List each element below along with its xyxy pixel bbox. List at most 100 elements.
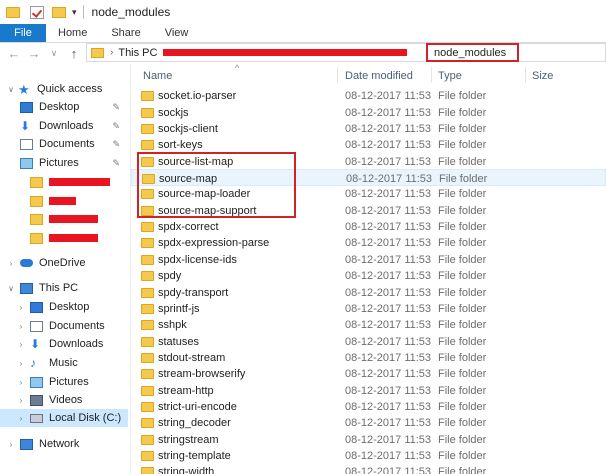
list-item[interactable]: sort-keys 08-12-2017 11:53 File folder	[131, 136, 606, 153]
tab-file[interactable]: File	[0, 24, 46, 42]
list-item[interactable]: source-map-support 08-12-2017 11:53 File f…	[131, 202, 606, 219]
file-date: 08-12-2017 11:53	[345, 188, 432, 200]
nav-network[interactable]: › Network	[0, 435, 128, 453]
column-date-modified[interactable]: Date modified	[345, 70, 413, 82]
nav-label: This PC	[39, 282, 79, 294]
column-name[interactable]: Name	[143, 70, 172, 82]
list-item[interactable]: stream-browserify 08-12-2017 11:53 File fo…	[131, 365, 606, 382]
chevron-down-icon[interactable]: ▾	[72, 7, 77, 18]
column-divider[interactable]	[431, 67, 432, 83]
folder-icon	[141, 418, 154, 428]
breadcrumb-separator-icon[interactable]: ›	[110, 47, 113, 58]
list-item[interactable]: sprintf-js 08-12-2017 11:53 File folder	[131, 300, 606, 317]
back-arrow-icon[interactable]: ←	[4, 46, 24, 61]
list-item[interactable]: source-list-map 08-12-2017 11:53 File fold…	[131, 153, 606, 170]
nav-quick-access[interactable]: ∨ ★ Quick access	[0, 80, 128, 98]
list-item[interactable]: stringstream 08-12-2017 11:53 File folder	[131, 431, 606, 448]
nav-downloads[interactable]: ⬇ Downloads ✎	[0, 117, 128, 135]
list-item[interactable]: spdx-correct 08-12-2017 11:53 File folder	[131, 218, 606, 235]
pin-icon[interactable]: ✎	[112, 102, 120, 113]
new-folder-icon[interactable]	[52, 6, 66, 18]
list-item[interactable]: spdx-expression-parse 08-12-2017 11:53 Fil…	[131, 234, 606, 251]
nav-redacted-folder-3[interactable]	[0, 210, 128, 228]
list-item[interactable]: socket.io-parser 08-12-2017 11:53 File fol…	[131, 87, 606, 104]
list-item[interactable]: stdout-stream 08-12-2017 11:53 File folder	[131, 349, 606, 366]
nav-documents[interactable]: Documents ✎	[0, 135, 128, 153]
redacted-path	[163, 49, 408, 56]
chevron-right-icon[interactable]: ›	[6, 440, 16, 449]
chevron-right-icon[interactable]: ›	[16, 359, 26, 368]
list-item[interactable]: source-map-loader 08-12-2017 11:53 File fo…	[131, 185, 606, 202]
list-item[interactable]: string_decoder 08-12-2017 11:53 File folde…	[131, 414, 606, 431]
tab-share[interactable]: Share	[99, 24, 152, 42]
chevron-right-icon[interactable]: ›	[16, 414, 26, 423]
chevron-right-icon[interactable]: ›	[16, 396, 26, 405]
nav-pc-pictures[interactable]: › Pictures	[0, 373, 128, 391]
nav-pictures[interactable]: Pictures ✎	[0, 154, 128, 172]
nav-redacted-folder-1[interactable]	[0, 173, 128, 191]
folder-icon	[141, 124, 154, 134]
column-size[interactable]: Size	[532, 70, 553, 82]
list-item[interactable]: stream-http 08-12-2017 11:53 File folder	[131, 382, 606, 399]
file-type: File folder	[438, 434, 487, 446]
column-type[interactable]: Type	[438, 70, 462, 82]
up-arrow-icon[interactable]: ↑	[64, 46, 84, 61]
tab-view[interactable]: View	[153, 24, 201, 42]
chevron-right-icon[interactable]: ›	[6, 259, 16, 268]
list-item[interactable]: statuses 08-12-2017 11:53 File folder	[131, 333, 606, 350]
chevron-down-icon[interactable]: ∨	[6, 85, 16, 94]
file-date: 08-12-2017 11:53	[345, 205, 432, 217]
file-type: File folder	[438, 123, 487, 135]
navigation-pane: ∨ ★ Quick access Desktop ✎ ⬇ Downloads ✎…	[0, 64, 131, 474]
chevron-down-icon[interactable]: ∨	[6, 284, 16, 293]
chevron-right-icon[interactable]: ›	[16, 322, 26, 331]
pin-icon[interactable]: ✎	[112, 158, 120, 169]
list-item[interactable]: string-template 08-12-2017 11:53 File fold…	[131, 447, 606, 464]
column-divider[interactable]	[337, 67, 338, 83]
properties-check-icon[interactable]	[30, 5, 44, 19]
nav-onedrive[interactable]: › OneDrive	[0, 254, 128, 272]
file-date: 08-12-2017 11:53	[345, 270, 432, 282]
list-item[interactable]: strict-uri-encode 08-12-2017 11:53 File fo…	[131, 398, 606, 415]
list-item[interactable]: sockjs 08-12-2017 11:53 File folder	[131, 104, 606, 121]
nav-redacted-folder-2[interactable]	[0, 192, 128, 210]
file-type: File folder	[438, 368, 487, 380]
chevron-right-icon[interactable]: ›	[16, 303, 26, 312]
list-item[interactable]: sockjs-client 08-12-2017 11:53 File folder	[131, 120, 606, 137]
file-date: 08-12-2017 11:53	[345, 336, 432, 348]
file-list: ^ Name Date modified Type Size socket.io…	[131, 63, 606, 474]
nav-desktop[interactable]: Desktop ✎	[0, 98, 128, 116]
list-item[interactable]: source-map 08-12-2017 11:53 File folder	[131, 169, 606, 186]
nav-pc-music[interactable]: › ♪ Music	[0, 354, 128, 372]
file-name: strict-uri-encode	[158, 401, 237, 413]
address-bar[interactable]: › This PC node_modules	[86, 43, 606, 62]
nav-redacted-folder-4[interactable]	[0, 229, 128, 247]
nav-local-disk[interactable]: › Local Disk (C:)	[0, 409, 128, 427]
list-item[interactable]: string-width 08-12-2017 11:53 File folder	[131, 463, 606, 474]
folder-icon	[30, 176, 43, 188]
recent-locations-chevron-icon[interactable]: ∨	[44, 48, 64, 59]
file-name: spdx-correct	[158, 221, 219, 233]
nav-pc-documents[interactable]: › Documents	[0, 317, 128, 335]
nav-pc-videos[interactable]: › Videos	[0, 391, 128, 409]
tab-home[interactable]: Home	[46, 24, 99, 42]
nav-label: Music	[49, 357, 78, 369]
folder-icon	[141, 238, 154, 248]
pin-icon[interactable]: ✎	[112, 121, 120, 132]
folder-icon	[141, 304, 154, 314]
pin-icon[interactable]: ✎	[112, 139, 120, 150]
hard-drive-icon	[30, 413, 43, 423]
breadcrumb-this-pc[interactable]: This PC	[118, 47, 157, 59]
nav-pc-desktop[interactable]: › Desktop	[0, 298, 128, 316]
list-item[interactable]: spdy-transport 08-12-2017 11:53 File folde…	[131, 284, 606, 301]
list-item[interactable]: spdy 08-12-2017 11:53 File folder	[131, 267, 606, 284]
list-item[interactable]: sshpk 08-12-2017 11:53 File folder	[131, 316, 606, 333]
list-item[interactable]: spdx-license-ids 08-12-2017 11:53 File fol…	[131, 251, 606, 268]
forward-arrow-icon[interactable]: →	[24, 46, 44, 61]
chevron-right-icon[interactable]: ›	[16, 340, 26, 349]
nav-pc-downloads[interactable]: › ⬇ Downloads	[0, 335, 128, 353]
column-divider[interactable]	[525, 67, 526, 83]
nav-this-pc[interactable]: ∨ This PC	[0, 279, 128, 297]
chevron-right-icon[interactable]: ›	[16, 378, 26, 387]
breadcrumb-current-folder[interactable]: node_modules	[426, 43, 519, 62]
